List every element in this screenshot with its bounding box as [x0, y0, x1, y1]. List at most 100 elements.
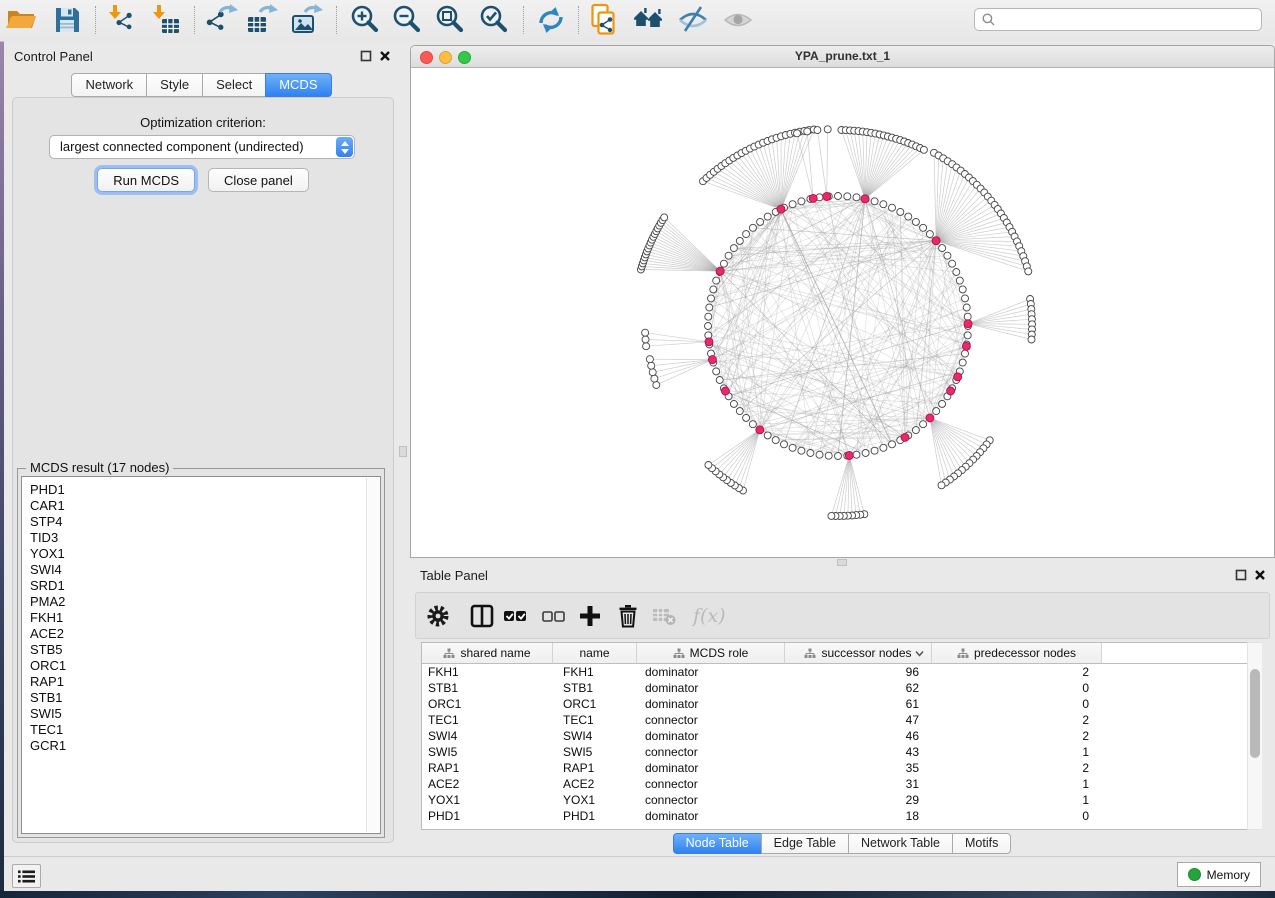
zoom-fit-icon[interactable] [433, 3, 467, 37]
table-row[interactable]: SWI4SWI4dominator462 [422, 728, 1247, 744]
table-cell: 18 [785, 808, 932, 824]
zoom-selected-icon[interactable] [477, 3, 511, 37]
mcds-result-item[interactable]: STB1 [22, 690, 380, 706]
table-scrollbar-thumb[interactable] [1250, 669, 1260, 758]
folder-open-icon[interactable] [5, 3, 39, 37]
minimize-window-icon[interactable] [439, 51, 452, 64]
image-export-icon[interactable] [290, 3, 324, 37]
column-header-shared-name[interactable]: shared name [422, 643, 553, 664]
network-import-icon[interactable] [105, 3, 139, 37]
vertical-splitter-handle[interactable] [399, 446, 407, 457]
mcds-result-item[interactable]: PHD1 [22, 482, 380, 498]
float-panel-icon[interactable] [360, 50, 372, 62]
table-cell: dominator [637, 760, 785, 776]
mcds-result-item[interactable]: GCR1 [22, 738, 380, 754]
network-graph[interactable] [411, 67, 1274, 558]
optimization-criterion-label: Optimization criterion: [13, 115, 393, 130]
houses-icon[interactable] [632, 3, 666, 37]
memory-status-icon [1188, 868, 1201, 881]
table-cell: 35 [785, 760, 932, 776]
mcds-result-item[interactable]: TID3 [22, 530, 380, 546]
column-header-successor-nodes[interactable]: successor nodes [785, 643, 932, 664]
column-header-MCDS-role[interactable]: MCDS role [637, 643, 785, 664]
document-share-icon[interactable] [588, 3, 622, 37]
column-header-predecessor-nodes[interactable]: predecessor nodes [932, 643, 1102, 664]
table-row[interactable]: YOX1YOX1connector291 [422, 792, 1247, 808]
zoom-in-icon[interactable] [348, 3, 382, 37]
control-panel-tabs: NetworkStyleSelectMCDS [4, 73, 400, 97]
table-row[interactable]: FKH1FKH1dominator962 [422, 664, 1247, 680]
add-column-icon[interactable] [577, 603, 603, 629]
tab-node-table[interactable]: Node Table [673, 833, 762, 854]
memory-button[interactable]: Memory [1177, 862, 1261, 887]
eye-icon [721, 3, 755, 37]
eye-slash-icon[interactable] [676, 3, 710, 37]
tab-select[interactable]: Select [202, 73, 266, 97]
search-box[interactable] [974, 8, 1262, 31]
table-scrollbar[interactable] [1247, 642, 1262, 830]
run-mcds-button[interactable]: Run MCDS [97, 168, 195, 192]
close-window-icon[interactable] [420, 51, 433, 64]
mcds-result-list[interactable]: PHD1CAR1STP4TID3YOX1SWI4SRD1PMA2FKH1ACE2… [21, 476, 381, 834]
table-row[interactable]: SWI5SWI5connector431 [422, 744, 1247, 760]
table-cell: YOX1 [553, 792, 637, 808]
tab-mcds[interactable]: MCDS [265, 73, 331, 97]
network-canvas[interactable] [411, 67, 1274, 557]
mcds-result-item[interactable]: SRD1 [22, 578, 380, 594]
table-cell: STB1 [422, 680, 553, 696]
mcds-result-item[interactable]: SWI4 [22, 562, 380, 578]
zoom-out-icon[interactable] [390, 3, 424, 37]
table-row[interactable]: ACE2ACE2connector311 [422, 776, 1247, 792]
refresh-icon[interactable] [534, 3, 568, 37]
table-cell: dominator [637, 696, 785, 712]
mcds-result-item[interactable]: ORC1 [22, 658, 380, 674]
mcds-result-item[interactable]: STB5 [22, 642, 380, 658]
table-cell: YOX1 [422, 792, 553, 808]
mcds-result-item[interactable]: RAP1 [22, 674, 380, 690]
deselect-all-icon[interactable] [541, 603, 567, 629]
mcds-result-item[interactable]: FKH1 [22, 610, 380, 626]
table-cell: TEC1 [422, 712, 553, 728]
table-row[interactable]: TEC1TEC1connector472 [422, 712, 1247, 728]
table-panel-title: Table Panel [420, 568, 488, 583]
criterion-select[interactable]: largest connected component (undirected) [49, 135, 355, 159]
maximize-window-icon[interactable] [458, 51, 471, 64]
table-row[interactable]: STB1STB1dominator620 [422, 680, 1247, 696]
tab-network[interactable]: Network [71, 73, 147, 97]
column-header-filler [1102, 643, 1247, 664]
network-export-icon[interactable] [205, 3, 239, 37]
table-row[interactable]: ORC1ORC1dominator610 [422, 696, 1247, 712]
table-cell: RAP1 [422, 760, 553, 776]
mcds-result-item[interactable]: ACE2 [22, 626, 380, 642]
table-cell: 61 [785, 696, 932, 712]
table-import-icon[interactable] [149, 3, 183, 37]
mcds-result-item[interactable]: YOX1 [22, 546, 380, 562]
list-scrollbar[interactable] [366, 478, 379, 832]
task-history-button[interactable] [12, 864, 41, 888]
table-row[interactable]: PHD1PHD1dominator180 [422, 808, 1247, 824]
save-icon[interactable] [50, 3, 84, 37]
tab-edge-table[interactable]: Edge Table [761, 833, 849, 854]
close-panel-button[interactable]: Close panel [208, 168, 309, 192]
mcds-result-item[interactable]: TEC1 [22, 722, 380, 738]
search-input[interactable] [1000, 12, 1254, 28]
mcds-result-item[interactable]: SWI5 [22, 706, 380, 722]
table-export-icon[interactable] [245, 3, 279, 37]
tab-style[interactable]: Style [146, 73, 203, 97]
table-cell: 29 [785, 792, 932, 808]
close-panel-icon[interactable] [379, 50, 391, 62]
mcds-result-item[interactable]: PMA2 [22, 594, 380, 610]
tab-motifs[interactable]: Motifs [952, 833, 1011, 854]
mcds-result-item[interactable]: CAR1 [22, 498, 380, 514]
gear-icon[interactable] [425, 603, 451, 629]
tab-network-table[interactable]: Network Table [848, 833, 953, 854]
table-row[interactable]: RAP1RAP1dominator352 [422, 760, 1247, 776]
trash-icon[interactable] [615, 603, 641, 629]
network-window-titlebar[interactable]: YPA_prune.txt_1 [411, 46, 1274, 68]
close-table-panel-icon[interactable] [1254, 569, 1266, 581]
column-header-name[interactable]: name [553, 643, 637, 664]
mcds-result-item[interactable]: STP4 [22, 514, 380, 530]
select-all-icon[interactable] [503, 603, 529, 629]
float-table-panel-icon[interactable] [1235, 569, 1247, 581]
columns-icon[interactable] [469, 603, 495, 629]
